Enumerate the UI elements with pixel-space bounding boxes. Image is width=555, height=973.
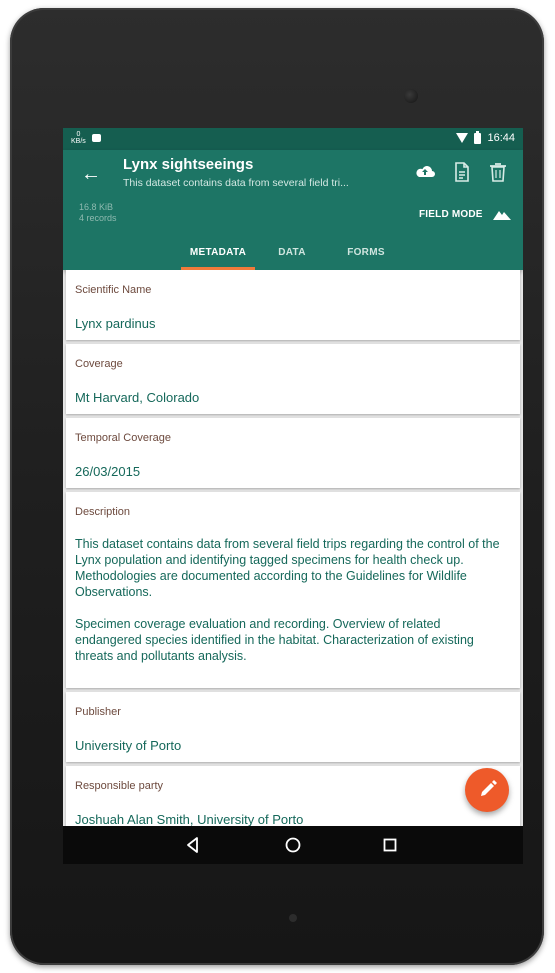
status-right: 16:44 <box>456 130 515 144</box>
field-label: Responsible party <box>75 780 164 792</box>
mountain-icon[interactable] <box>493 207 511 221</box>
field-value: University of Porto <box>75 738 182 753</box>
dataset-subtitle: This dataset contains data from several … <box>123 177 349 189</box>
wifi-icon <box>456 133 469 143</box>
screen: 0 KB/s 16:44 ← Lynx sightseeings This da… <box>63 128 523 864</box>
tab-metadata[interactable]: METADATA <box>181 238 255 270</box>
edit-fab-button[interactable] <box>465 768 509 812</box>
network-speed: 0 KB/s <box>71 131 86 145</box>
status-bar: 0 KB/s 16:44 <box>63 128 523 150</box>
proximity-sensor <box>289 914 297 922</box>
field-value: Mt Harvard, Colorado <box>75 390 200 405</box>
upload-cloud-icon[interactable] <box>413 160 437 184</box>
back-triangle-icon[interactable] <box>184 836 202 854</box>
network-speed-value: 0 <box>76 131 81 138</box>
dataset-stats: 16.8 KiB 4 records <box>79 202 117 224</box>
metadata-list[interactable]: Scientific Name Lynx pardinus Coverage M… <box>63 270 523 826</box>
card-description: Description This dataset contains data f… <box>66 492 520 688</box>
tab-forms[interactable]: FORMS <box>337 238 395 270</box>
delete-icon[interactable] <box>486 160 510 184</box>
export-file-icon[interactable] <box>450 160 474 184</box>
field-mode-button[interactable]: FIELD MODE <box>419 209 483 220</box>
field-label: Description <box>75 506 131 518</box>
home-circle-icon[interactable] <box>284 836 302 854</box>
tab-bar: METADATA DATA FORMS <box>63 238 523 270</box>
back-arrow-icon[interactable]: ← <box>79 162 103 186</box>
network-speed-unit: KB/s <box>71 138 86 145</box>
description-text: This dataset contains data from several … <box>75 536 505 680</box>
description-paragraph: Specimen coverage evaluation and recordi… <box>75 617 474 663</box>
edit-pencil-icon <box>481 780 497 796</box>
dataset-records: 4 records <box>79 213 117 223</box>
field-value: 26/03/2015 <box>75 464 141 479</box>
battery-icon <box>474 130 482 144</box>
card-responsible-party: Responsible party Joshuah Alan Smith, Un… <box>66 766 520 826</box>
card-scientific-name: Scientific Name Lynx pardinus <box>66 270 520 340</box>
notification-icon <box>91 134 101 142</box>
dataset-title: Lynx sightseeings <box>123 156 254 173</box>
field-label: Publisher <box>75 706 121 718</box>
field-label: Scientific Name <box>75 284 152 296</box>
card-publisher: Publisher University of Porto <box>66 692 520 762</box>
field-value: Lynx pardinus <box>75 316 156 331</box>
card-coverage: Coverage Mt Harvard, Colorado <box>66 344 520 414</box>
status-left: 0 KB/s <box>71 131 101 145</box>
dataset-size: 16.8 KiB <box>79 202 114 212</box>
field-label: Temporal Coverage <box>75 432 171 444</box>
description-paragraph: This dataset contains data from several … <box>75 537 500 599</box>
status-time: 16:44 <box>487 132 515 144</box>
system-nav-bar <box>63 826 523 864</box>
tablet-device: 0 KB/s 16:44 ← Lynx sightseeings This da… <box>10 8 544 965</box>
field-value: Joshuah Alan Smith, University of Porto <box>75 812 304 826</box>
field-label: Coverage <box>75 358 123 370</box>
card-temporal-coverage: Temporal Coverage 26/03/2015 <box>66 418 520 488</box>
recents-square-icon[interactable] <box>381 836 399 854</box>
front-camera <box>403 88 419 104</box>
tab-data[interactable]: DATA <box>267 238 317 270</box>
app-bar: ← Lynx sightseeings This dataset contain… <box>63 150 523 270</box>
